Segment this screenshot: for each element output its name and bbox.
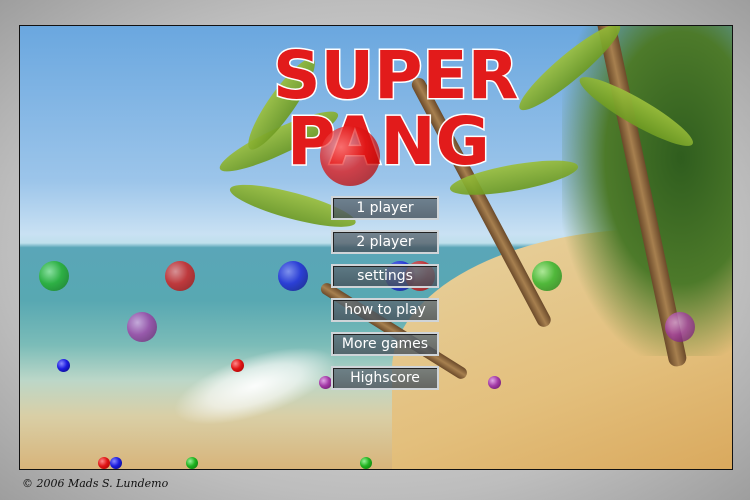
ball-green-small [360, 457, 372, 469]
ball-green [532, 261, 562, 291]
highscore-button[interactable]: Highscore [331, 366, 439, 390]
game-area: SUPER PANG 1 player 2 player settings ho… [19, 25, 733, 470]
ball-purple [665, 312, 695, 342]
ball-green-small [186, 457, 198, 469]
logo-graphic: SUPER PANG [272, 36, 520, 182]
ball-red [165, 261, 195, 291]
ball-green [39, 261, 69, 291]
copyright-notice: © 2006 Mads S. Lundemo [22, 477, 169, 490]
ball-purple-small [488, 376, 501, 389]
two-player-button[interactable]: 2 player [331, 230, 439, 254]
settings-button[interactable]: settings [331, 264, 439, 288]
ball-red-huge [320, 126, 380, 186]
ball-blue [278, 261, 308, 291]
ball-blue-small [110, 457, 122, 469]
logo-line-2: PANG [287, 103, 490, 170]
ball-red-small [98, 457, 110, 469]
more-games-button[interactable]: More games [331, 332, 439, 356]
ball-red-small [231, 359, 244, 372]
ball-purple [127, 312, 157, 342]
how-to-play-button[interactable]: how to play [331, 298, 439, 322]
game-logo: SUPER PANG [265, 36, 525, 182]
main-menu: 1 player 2 player settings how to play M… [331, 196, 439, 400]
ball-blue-small [57, 359, 70, 372]
wave-foam [164, 331, 346, 441]
one-player-button[interactable]: 1 player [331, 196, 439, 220]
